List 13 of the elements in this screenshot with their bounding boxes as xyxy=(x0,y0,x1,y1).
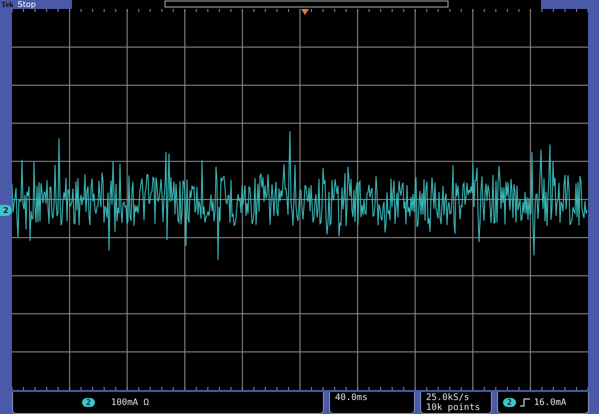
trigger-position-icon xyxy=(301,9,309,15)
trigger-channel-badge: 2 xyxy=(503,398,516,407)
trigger-level: 16.0mA xyxy=(534,398,566,408)
run-state: Stop xyxy=(18,0,36,9)
brand-logo: Tek xyxy=(1,0,14,9)
record-length: 10k points xyxy=(426,403,482,413)
channel-badge: 2 xyxy=(82,398,95,407)
rising-edge-icon xyxy=(520,398,530,407)
timebase-readout: 40.0ms xyxy=(335,393,368,403)
frame-panel xyxy=(541,0,599,9)
vertical-scale: 100mA Ω xyxy=(110,398,149,408)
sample-rate: 25.0kS/s xyxy=(426,393,470,403)
ground-marker: 2 xyxy=(0,205,12,216)
